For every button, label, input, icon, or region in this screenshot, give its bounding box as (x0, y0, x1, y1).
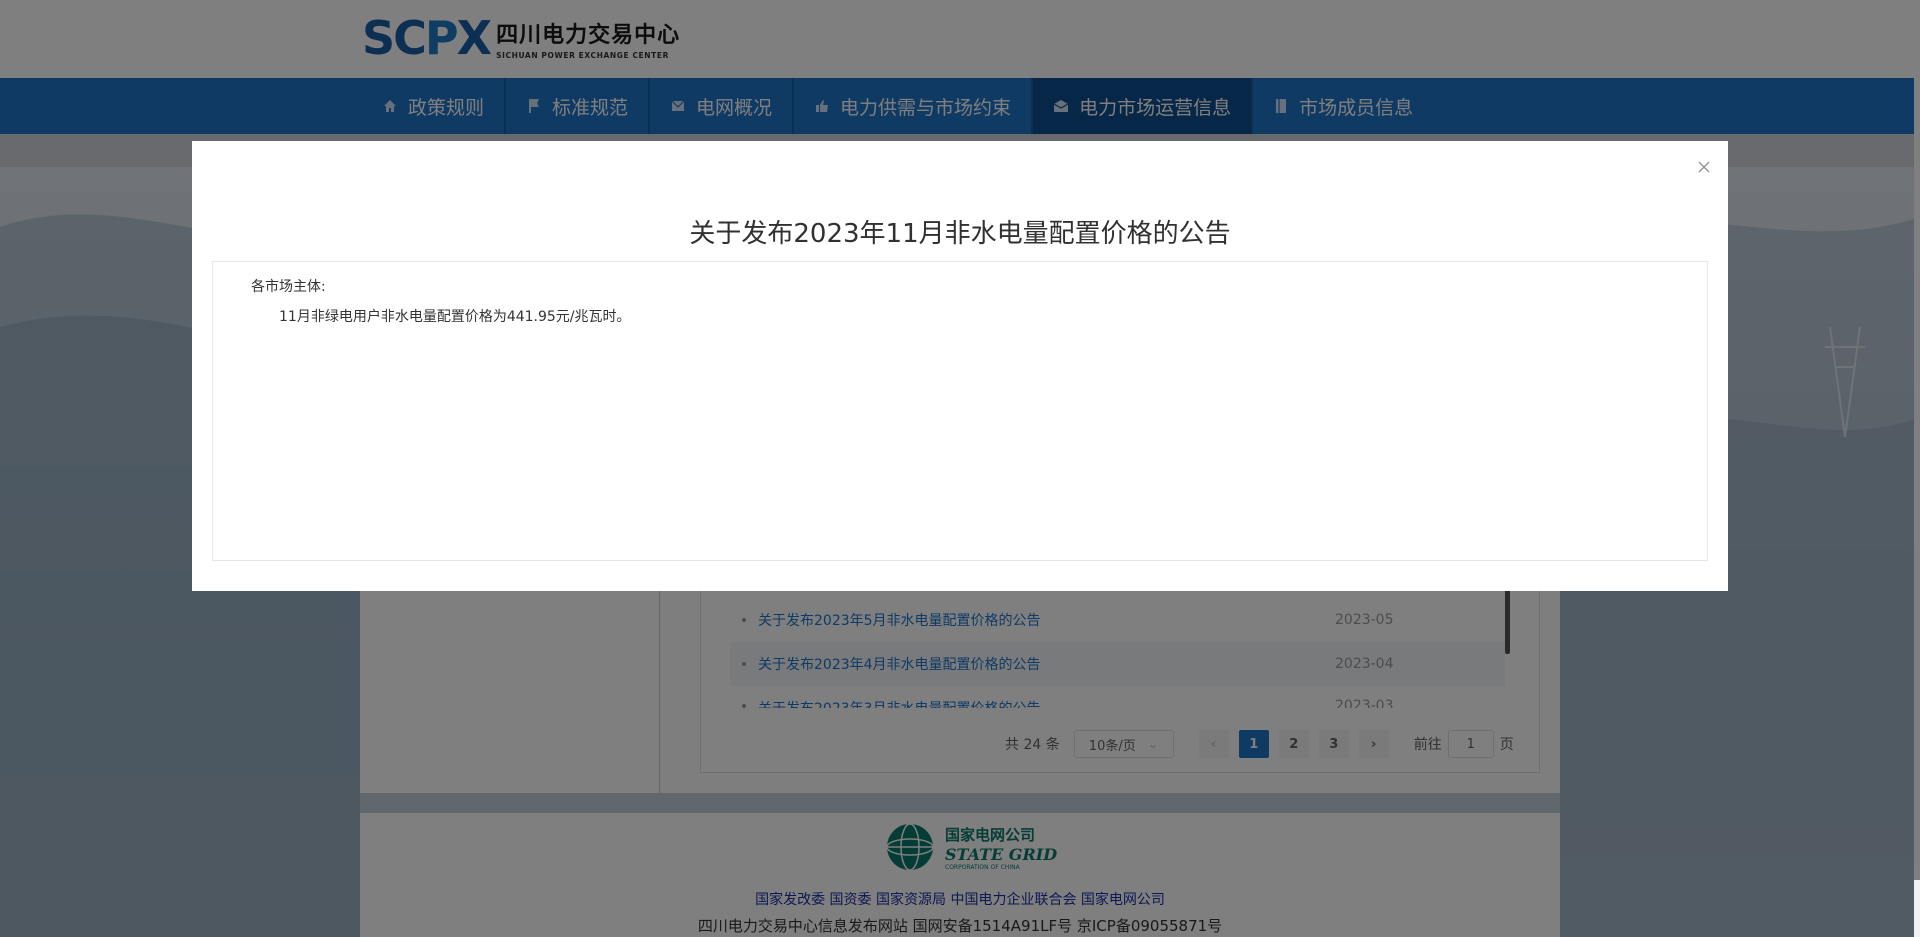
close-icon[interactable] (1694, 157, 1714, 177)
announcement-dialog: 关于发布2023年11月非水电量配置价格的公告 各市场主体: 11月非绿电用户非… (192, 141, 1728, 591)
dialog-body: 各市场主体: 11月非绿电用户非水电量配置价格为441.95元/兆瓦时。 (212, 261, 1708, 561)
dialog-announcement-text: 11月非绿电用户非水电量配置价格为441.95元/兆瓦时。 (279, 309, 631, 325)
dialog-salutation: 各市场主体: (251, 279, 326, 295)
page-scrollbar-thumb[interactable] (1914, 0, 1920, 880)
dialog-title: 关于发布2023年11月非水电量配置价格的公告 (689, 219, 1231, 249)
